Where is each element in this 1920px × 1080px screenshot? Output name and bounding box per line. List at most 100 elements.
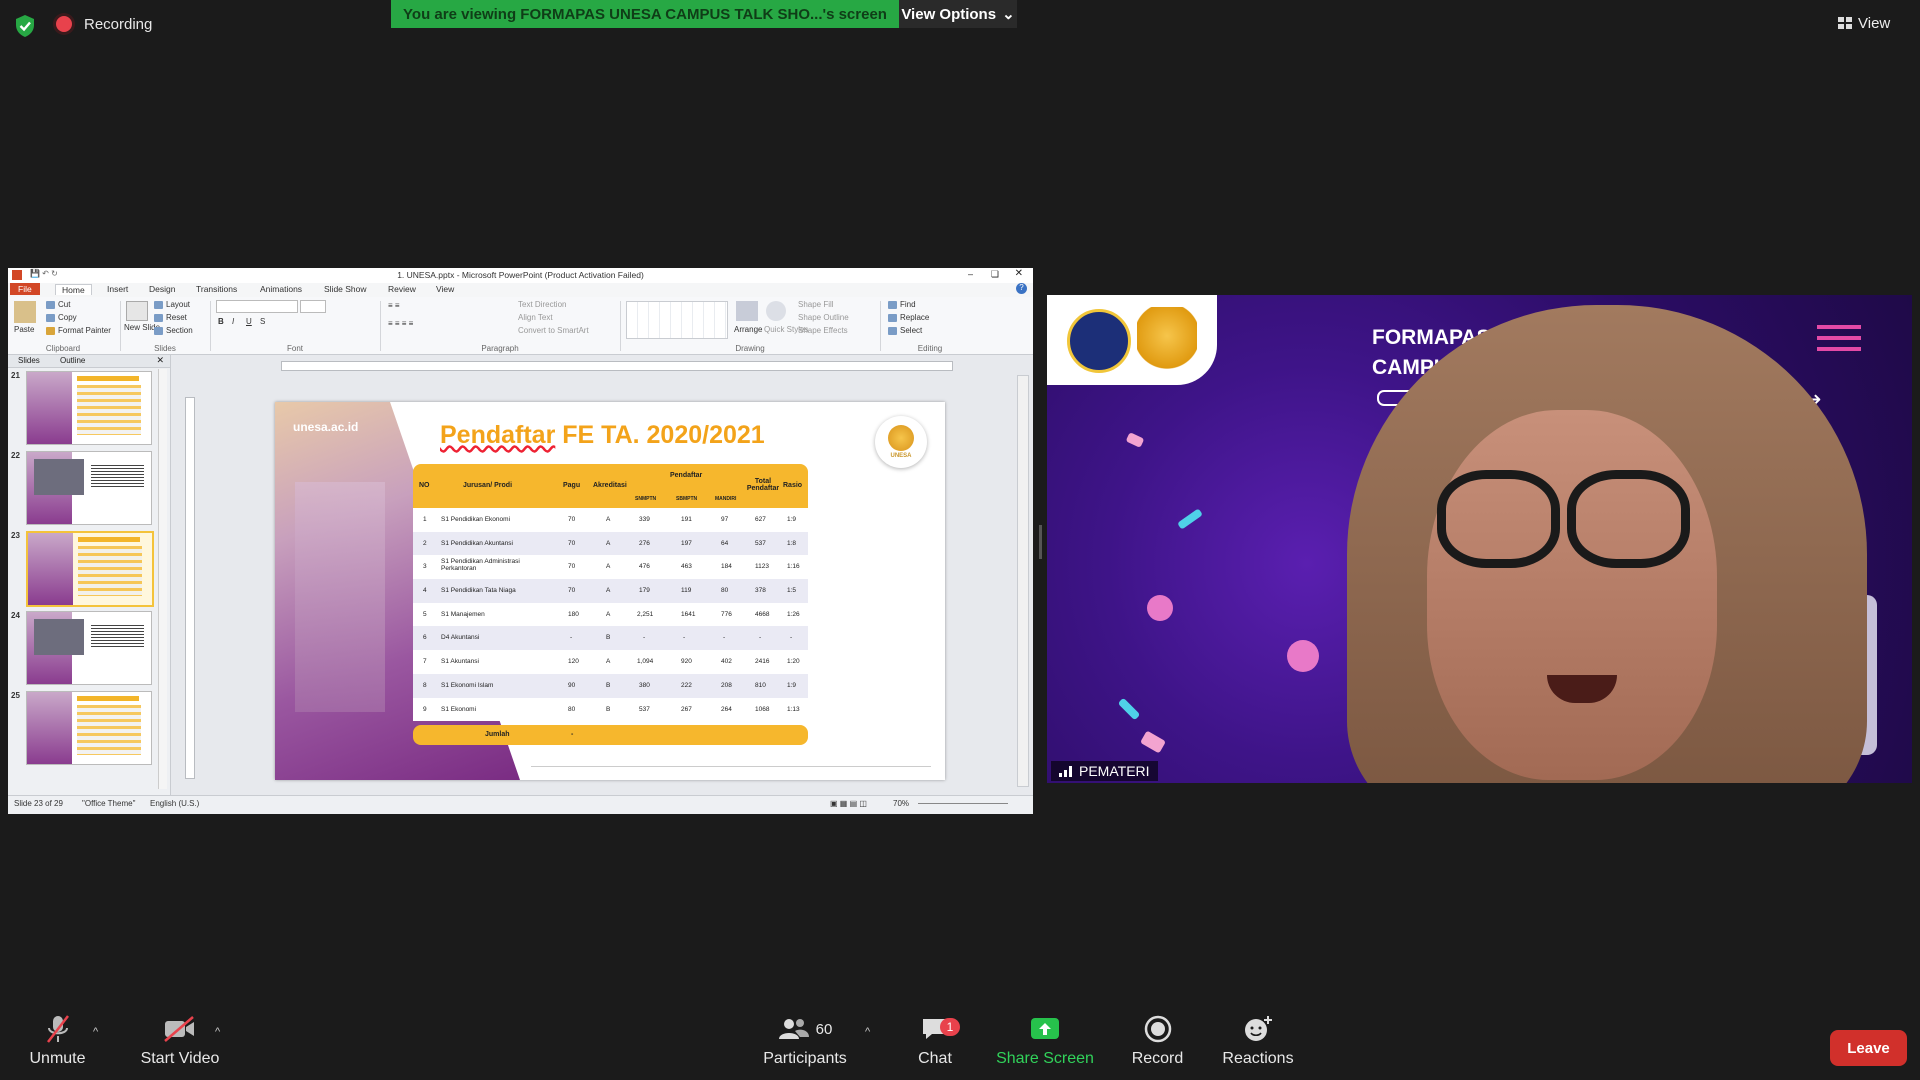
record-button[interactable]: Record: [1125, 1014, 1190, 1068]
footer-label: Jumlah: [485, 731, 510, 739]
tab-home[interactable]: Home: [55, 284, 92, 295]
shape-fill-button[interactable]: Shape Fill: [798, 300, 834, 309]
shapes-gallery[interactable]: [626, 301, 728, 339]
thumbnails-scrollbar[interactable]: [158, 369, 167, 789]
paste-button[interactable]: Paste: [14, 325, 34, 334]
slide-thumbnail[interactable]: [26, 611, 152, 685]
align-text-button[interactable]: Align Text: [518, 313, 553, 322]
tab-transitions[interactable]: Transitions: [196, 284, 237, 294]
layout-button[interactable]: Layout: [154, 300, 190, 309]
pane-tabs: Slides Outline ✕: [8, 355, 170, 368]
share-screen-icon: [1031, 1018, 1059, 1039]
arrange-button[interactable]: Arrange: [734, 325, 762, 334]
zoom-level[interactable]: 70%: [893, 799, 909, 808]
select-button[interactable]: Select: [888, 326, 922, 335]
slide-thumbnail[interactable]: [26, 371, 152, 445]
unesa-logo-cam: [1137, 307, 1197, 371]
section-button[interactable]: Section: [154, 326, 193, 335]
quick-styles-icon[interactable]: [766, 301, 786, 321]
table-row: 7 S1 Akuntansi 120 A 1,094 920 402 2416 1:20: [413, 650, 808, 674]
unmute-button[interactable]: Unmute: [20, 1014, 95, 1068]
tab-view[interactable]: View: [436, 284, 454, 294]
table-row: 4 S1 Pendidikan Tata Niaga 70 A 179 119 80 378 1…: [413, 579, 808, 603]
participant-name-tag: PEMATERI: [1051, 761, 1158, 781]
security-shield-icon[interactable]: [14, 14, 36, 38]
underline-icon[interactable]: U: [246, 317, 252, 326]
arrange-icon[interactable]: [736, 301, 758, 321]
status-bar: Slide 23 of 29 "Office Theme" English (U…: [8, 795, 1033, 814]
panel-resize-handle[interactable]: [1039, 525, 1042, 559]
footer-value: -: [571, 731, 574, 739]
muted-microphone-icon: [46, 1015, 69, 1043]
new-slide-icon[interactable]: [126, 301, 148, 321]
paragraph-group-label: Paragraph: [481, 344, 519, 353]
slide-thumbnail[interactable]: [26, 691, 152, 765]
tab-insert[interactable]: Insert: [107, 284, 128, 294]
participants-button[interactable]: 60 Participants: [760, 1014, 850, 1068]
slide-thumbnail[interactable]: [26, 451, 152, 525]
horizontal-ruler: [281, 361, 953, 371]
tab-outline[interactable]: Outline: [60, 356, 85, 365]
bullets-icon[interactable]: ≡ ≡: [388, 301, 400, 310]
minimize-icon[interactable]: –: [968, 269, 973, 279]
language[interactable]: English (U.S.): [150, 799, 199, 808]
start-video-button[interactable]: Start Video: [130, 1014, 230, 1068]
tab-file[interactable]: File: [10, 283, 40, 295]
chat-button[interactable]: Chat: [900, 1014, 970, 1068]
strikethrough-icon[interactable]: S: [260, 317, 265, 326]
tab-slide-show[interactable]: Slide Show: [324, 284, 367, 294]
close-pane-icon[interactable]: ✕: [156, 355, 164, 366]
zoom-slider[interactable]: [918, 803, 1008, 804]
share-screen-label: Share Screen: [996, 1050, 1094, 1067]
slide-title: Pendaftar FE TA. 2020/2021: [440, 421, 765, 450]
grid-view-icon: [1838, 17, 1852, 29]
leave-button[interactable]: Leave: [1830, 1030, 1907, 1066]
shape-outline-button[interactable]: Shape Outline: [798, 313, 849, 322]
slide-title-part-a: Pendaftar: [440, 421, 556, 449]
unesa-logo: UNESA: [875, 416, 927, 468]
format-painter-button[interactable]: Format Painter: [46, 326, 111, 335]
tab-animations[interactable]: Animations: [260, 284, 302, 294]
find-button[interactable]: Find: [888, 300, 916, 309]
view-options-button[interactable]: View Options ⌄: [899, 0, 1017, 28]
slide-counter: Slide 23 of 29: [14, 799, 63, 808]
video-options-caret-icon[interactable]: ^: [215, 1026, 220, 1038]
shape-effects-button[interactable]: Shape Effects: [798, 326, 848, 335]
vertical-scrollbar[interactable]: [1017, 375, 1029, 787]
col-pendaftar: Pendaftar: [670, 472, 703, 479]
col-no: NO: [419, 482, 430, 489]
font-size-input[interactable]: [300, 300, 326, 313]
help-icon[interactable]: ?: [1016, 283, 1027, 294]
tab-review[interactable]: Review: [388, 284, 416, 294]
copy-button[interactable]: Copy: [46, 313, 77, 322]
slide-thumbnail-selected[interactable]: [26, 531, 154, 607]
participant-video[interactable]: FORMAPAS CAMPUS ⟶ PEMATERI: [1047, 295, 1912, 783]
recording-label[interactable]: Recording: [84, 16, 152, 33]
reactions-button[interactable]: Reactions: [1218, 1014, 1298, 1068]
view-options-label: View Options: [901, 5, 997, 23]
text-direction-button[interactable]: Text Direction: [518, 300, 566, 309]
convert-smartart-button[interactable]: Convert to SmartArt: [518, 326, 589, 335]
thumb-number: 23: [11, 531, 20, 540]
table-footer: Jumlah -: [413, 725, 808, 746]
reset-button[interactable]: Reset: [154, 313, 187, 322]
view-button[interactable]: View: [1838, 10, 1908, 36]
font-name-input[interactable]: [216, 300, 298, 313]
viewing-banner: You are viewing FORMAPAS UNESA CAMPUS TA…: [391, 0, 899, 28]
recording-dot-icon: [56, 16, 72, 32]
tab-design[interactable]: Design: [149, 284, 175, 294]
view-icons[interactable]: ▣ ▦ ▤ ◫: [830, 799, 867, 808]
close-icon[interactable]: ✕: [1015, 268, 1023, 279]
italic-icon[interactable]: I: [232, 317, 234, 326]
slide-canvas[interactable]: unesa.ac.id Pendaftar FE TA. 2020/2021 U…: [275, 402, 945, 780]
paste-icon[interactable]: [14, 301, 36, 323]
audio-options-caret-icon[interactable]: ^: [93, 1026, 98, 1038]
bold-icon[interactable]: B: [218, 317, 224, 326]
cut-button[interactable]: Cut: [46, 300, 70, 309]
restore-icon[interactable]: ❏: [991, 269, 999, 280]
participants-caret-icon[interactable]: ^: [865, 1026, 870, 1038]
align-icons[interactable]: ≡ ≡ ≡ ≡: [388, 319, 413, 328]
replace-button[interactable]: Replace: [888, 313, 929, 322]
share-screen-button[interactable]: Share Screen: [995, 1014, 1095, 1068]
tab-slides[interactable]: Slides: [18, 356, 40, 365]
